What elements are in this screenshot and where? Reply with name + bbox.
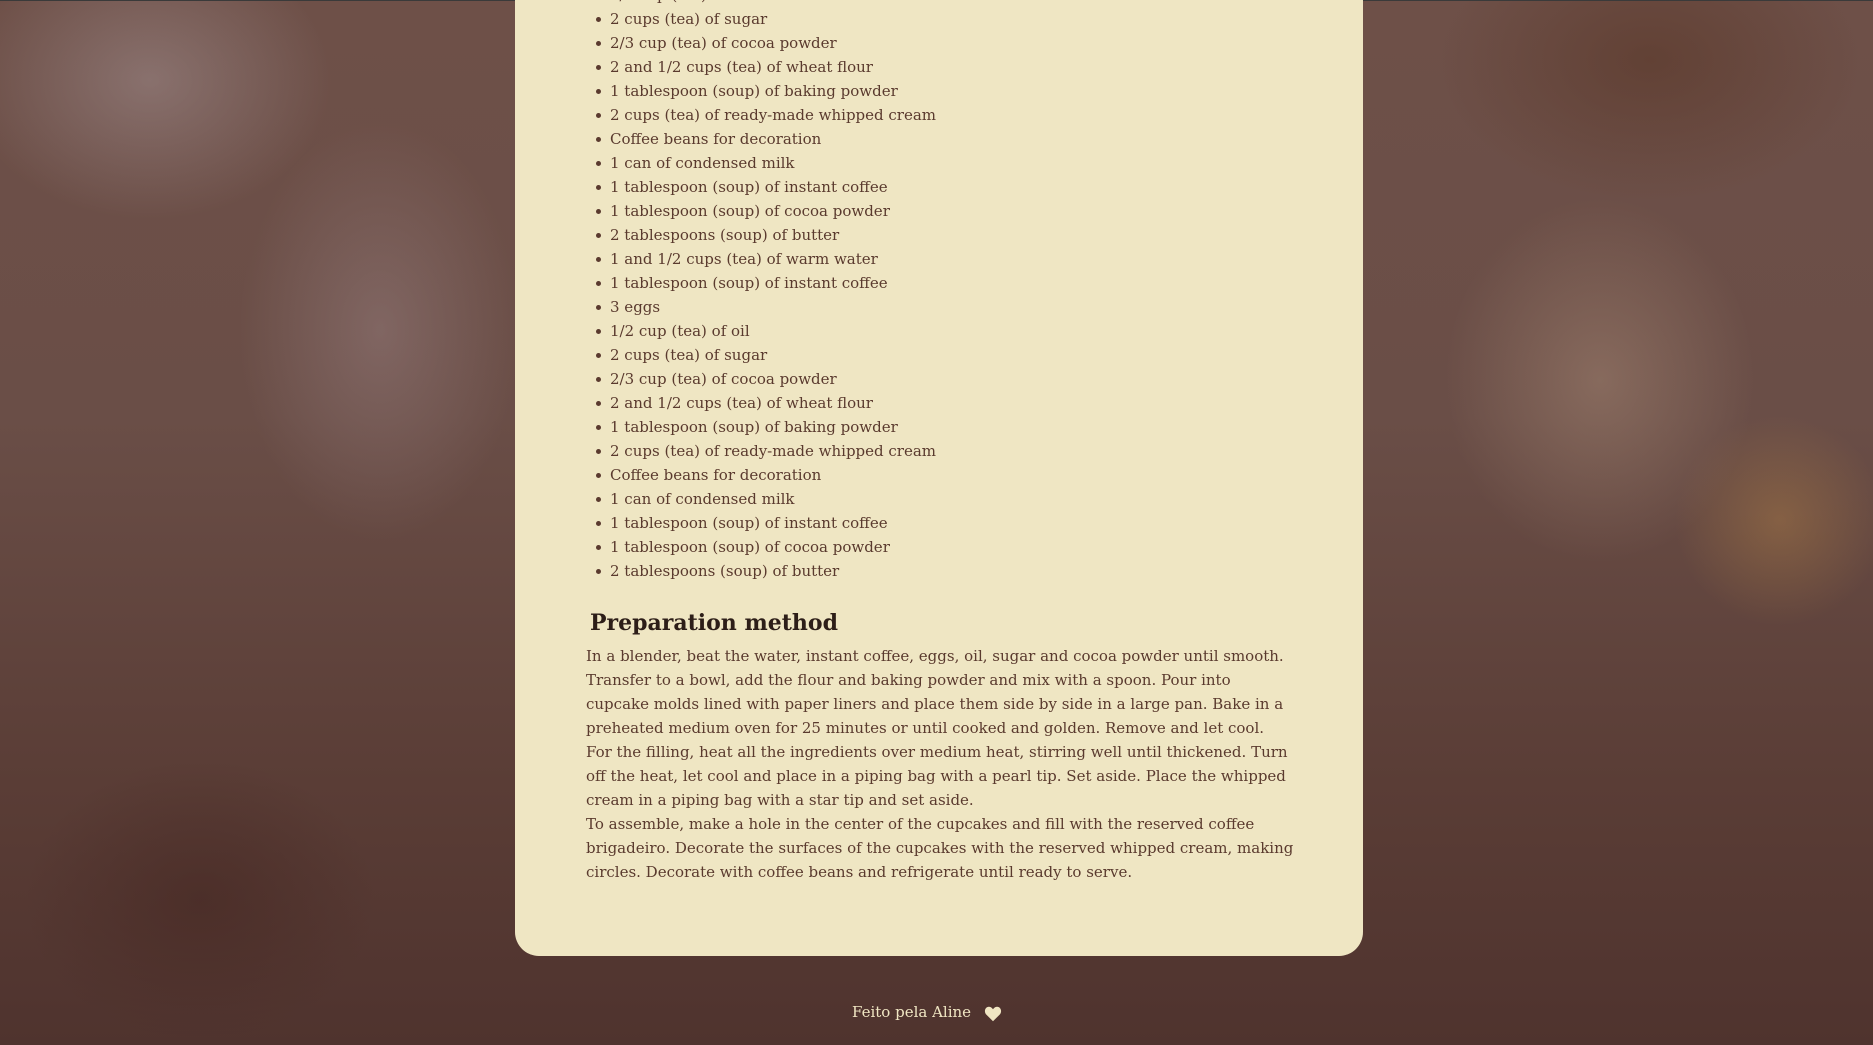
preparation-step: For the filling, heat all the ingredient… <box>586 743 1288 809</box>
ingredient-item: 1/2 cup (tea) of oil <box>595 319 936 343</box>
ingredient-item: 1 tablespoon (soup) of instant coffee <box>595 175 936 199</box>
ingredient-item: 1 tablespoon (soup) of instant coffee <box>595 271 936 295</box>
ingredient-item: 2 cups (tea) of sugar <box>595 7 936 31</box>
ingredient-item: 1 can of condensed milk <box>595 151 936 175</box>
ingredient-item: 3 eggs <box>595 295 936 319</box>
ingredient-item: 2/3 cup (tea) of cocoa powder <box>595 31 936 55</box>
ingredient-item: 1 tablespoon (soup) of cocoa powder <box>595 535 936 559</box>
preparation-title: Preparation method <box>590 610 838 636</box>
ingredient-item: 2 cups (tea) of ready-made whipped cream <box>595 103 936 127</box>
footer-credit: Feito pela Aline <box>852 1003 972 1021</box>
preparation-step: In a blender, beat the water, instant co… <box>586 647 1284 737</box>
ingredient-item: 1 and 1/2 cups (tea) of warm water <box>595 247 936 271</box>
ingredient-item: Coffee beans for decoration <box>595 127 936 151</box>
ingredient-item: 2/3 cup (tea) of cocoa powder <box>595 367 936 391</box>
ingredient-item: Coffee beans for decoration <box>595 463 936 487</box>
ingredient-item: 2 tablespoons (soup) of butter <box>595 223 936 247</box>
preparation-text: In a blender, beat the water, instant co… <box>586 644 1296 884</box>
heart-icon <box>984 1006 1002 1022</box>
ingredient-item: 2 cups (tea) of ready-made whipped cream <box>595 439 936 463</box>
preparation-step: To assemble, make a hole in the center o… <box>586 815 1294 881</box>
ingredient-item: 2 tablespoons (soup) of butter <box>595 559 936 583</box>
ingredient-item: 1 tablespoon (soup) of instant coffee <box>595 511 936 535</box>
ingredient-item: 1 tablespoon (soup) of cocoa powder <box>595 199 936 223</box>
ingredient-item: 1 can of condensed milk <box>595 487 936 511</box>
ingredient-item: 2 and 1/2 cups (tea) of wheat flour <box>595 55 936 79</box>
ingredient-item: 2 and 1/2 cups (tea) of wheat flour <box>595 391 936 415</box>
ingredient-item: 1/2 cup (tea) of oil <box>610 0 936 7</box>
ingredient-item: 1 tablespoon (soup) of baking powder <box>595 415 936 439</box>
ingredient-item: 2 cups (tea) of sugar <box>595 343 936 367</box>
ingredients-list: 1/2 cup (tea) of oil2 cups (tea) of suga… <box>515 0 936 583</box>
ingredient-item: 1 tablespoon (soup) of baking powder <box>595 79 936 103</box>
recipe-card: 1/2 cup (tea) of oil2 cups (tea) of suga… <box>515 0 1363 956</box>
